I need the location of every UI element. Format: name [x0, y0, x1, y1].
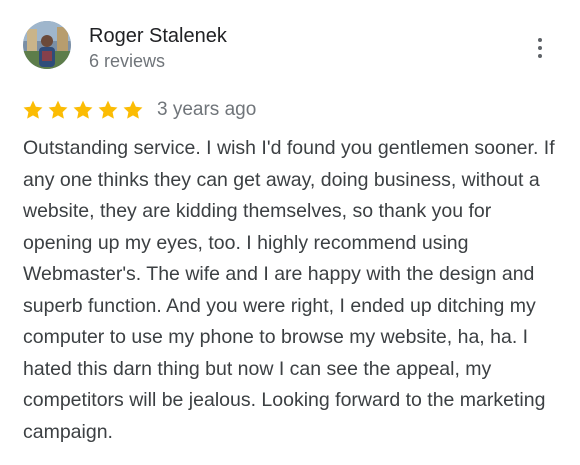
review-text: Outstanding service. I wish I'd found yo… — [23, 137, 555, 443]
more-vert-icon-dot — [538, 46, 542, 50]
star-icon — [48, 100, 68, 119]
review-card: Roger Stalenek 6 reviews 3 years ago Out… — [0, 0, 580, 465]
star-rating — [22, 99, 144, 121]
more-vert-icon-dot — [538, 54, 542, 58]
review-date: 3 years ago — [157, 99, 257, 120]
star-icon — [123, 100, 143, 119]
star-icon — [23, 100, 43, 119]
more-options-button[interactable] — [526, 34, 554, 62]
more-vert-icon — [538, 38, 542, 42]
star-icon — [73, 100, 93, 119]
avatar[interactable] — [23, 21, 71, 69]
review-count[interactable]: 6 reviews — [89, 50, 165, 72]
star-icon — [98, 100, 118, 119]
reviewer-name[interactable]: Roger Stalenek — [89, 23, 227, 49]
avatar-photo-icon — [23, 21, 71, 69]
rating-row: 3 years ago — [22, 97, 256, 123]
